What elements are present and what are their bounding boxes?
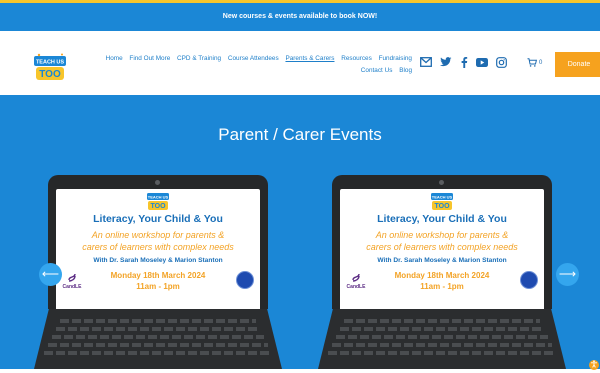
event-subtitle: An online workshop for parents & carers … (340, 229, 544, 253)
nav-row-2: Contact Us Blog (96, 65, 412, 77)
event-subtitle-line-2: carers of learners with complex needs (366, 242, 518, 252)
event-presenters: With Dr. Sarah Moseley & Marion Stanton (377, 257, 507, 264)
carousel-next-button[interactable]: ⟶ (556, 263, 579, 286)
event-title: Literacy, Your Child & You (377, 213, 507, 225)
event-presenters: With Dr. Sarah Moseley & Marion Stanton (93, 257, 223, 264)
nav-item-home[interactable]: Home (106, 55, 123, 62)
cart-count: 0 (539, 59, 543, 66)
event-time: 11am - 1pm (420, 282, 464, 291)
donate-button[interactable]: Donate (555, 52, 600, 77)
logo-text-bottom: TOO (39, 69, 61, 80)
nav-item-course-attendees[interactable]: Course Attendees (228, 55, 279, 62)
main-nav: Home Find Out More CPD & Training Course… (96, 53, 412, 77)
nav-item-fundraising[interactable]: Fundraising (379, 55, 412, 62)
event-datetime: Monday 18th March 2024 11am - 1pm (340, 270, 544, 292)
event-date: Monday 18th March 2024 (110, 271, 206, 280)
site-header: TEACH US TOO Home Find Out More CPD & Tr… (0, 31, 600, 95)
laptop-camera (439, 180, 444, 185)
carousel-prev-button[interactable]: ⟵ (39, 263, 62, 286)
candle-logo-text: CandLE (346, 284, 366, 290)
partner-seal-icon (520, 271, 538, 289)
mail-icon[interactable] (420, 57, 432, 67)
event-subtitle-line-2: carers of learners with complex needs (82, 242, 234, 252)
event-card: TEACH US TOO Literacy, Your Child & You … (56, 189, 260, 313)
event-subtitle: An online workshop for parents & carers … (56, 229, 260, 253)
svg-text:TEACH US: TEACH US (432, 194, 453, 199)
svg-text:TEACH US: TEACH US (148, 194, 169, 199)
event-title: Literacy, Your Child & You (93, 213, 223, 225)
event-time: 11am - 1pm (136, 282, 180, 291)
nav-item-cpd-training[interactable]: CPD & Training (177, 55, 221, 62)
nav-item-parents-carers[interactable]: Parents & Carers (285, 55, 334, 62)
event-slide-2[interactable]: TEACH US TOO Literacy, Your Child & You … (318, 175, 566, 373)
cart-icon (527, 58, 537, 67)
candle-logo: CandLE (60, 273, 84, 290)
candle-symbol-icon (68, 273, 76, 282)
event-date: Monday 18th March 2024 (394, 271, 490, 280)
nav-item-resources[interactable]: Resources (341, 55, 372, 62)
site-logo[interactable]: TEACH US TOO (30, 52, 70, 82)
candle-logo: CandLE (344, 273, 368, 290)
accessibility-figure-icon (591, 360, 597, 368)
event-subtitle-line-1: An online workshop for parents & (91, 230, 225, 240)
event-logo: TEACH US TOO (431, 193, 453, 210)
event-logo: TEACH US TOO (147, 193, 169, 210)
laptop-keyboard (318, 309, 566, 369)
nav-item-find-out-more[interactable]: Find Out More (129, 55, 170, 62)
nav-item-contact-us[interactable]: Contact Us (361, 67, 393, 74)
nav-row-1: Home Find Out More CPD & Training Course… (96, 53, 412, 65)
announcement-bar[interactable]: New courses & events available to book N… (0, 3, 600, 31)
nav-item-blog[interactable]: Blog (399, 67, 412, 74)
laptop-keyboard (34, 309, 282, 369)
page-title: Parent / Carer Events (218, 125, 382, 144)
cart-button[interactable]: 0 (527, 58, 542, 67)
event-slide-1[interactable]: TEACH US TOO Literacy, Your Child & You … (34, 175, 282, 373)
instagram-icon[interactable] (496, 56, 507, 68)
twitter-icon[interactable] (440, 57, 452, 67)
laptop-camera (155, 180, 160, 185)
youtube-icon[interactable] (476, 57, 488, 67)
candle-symbol-icon (352, 273, 360, 282)
event-datetime: Monday 18th March 2024 11am - 1pm (56, 270, 260, 292)
social-links (420, 55, 507, 69)
svg-text:TOO: TOO (150, 203, 166, 210)
facebook-icon[interactable] (460, 56, 468, 68)
events-hero: Parent / Carer Events TEACH US TOO Liter… (0, 95, 600, 369)
partner-seal-icon (236, 271, 254, 289)
logo-text-top: TEACH US (36, 60, 64, 66)
candle-logo-text: CandLE (62, 284, 82, 290)
svg-text:TOO: TOO (434, 203, 450, 210)
event-card: TEACH US TOO Literacy, Your Child & You … (340, 189, 544, 313)
event-subtitle-line-1: An online workshop for parents & (375, 230, 509, 240)
